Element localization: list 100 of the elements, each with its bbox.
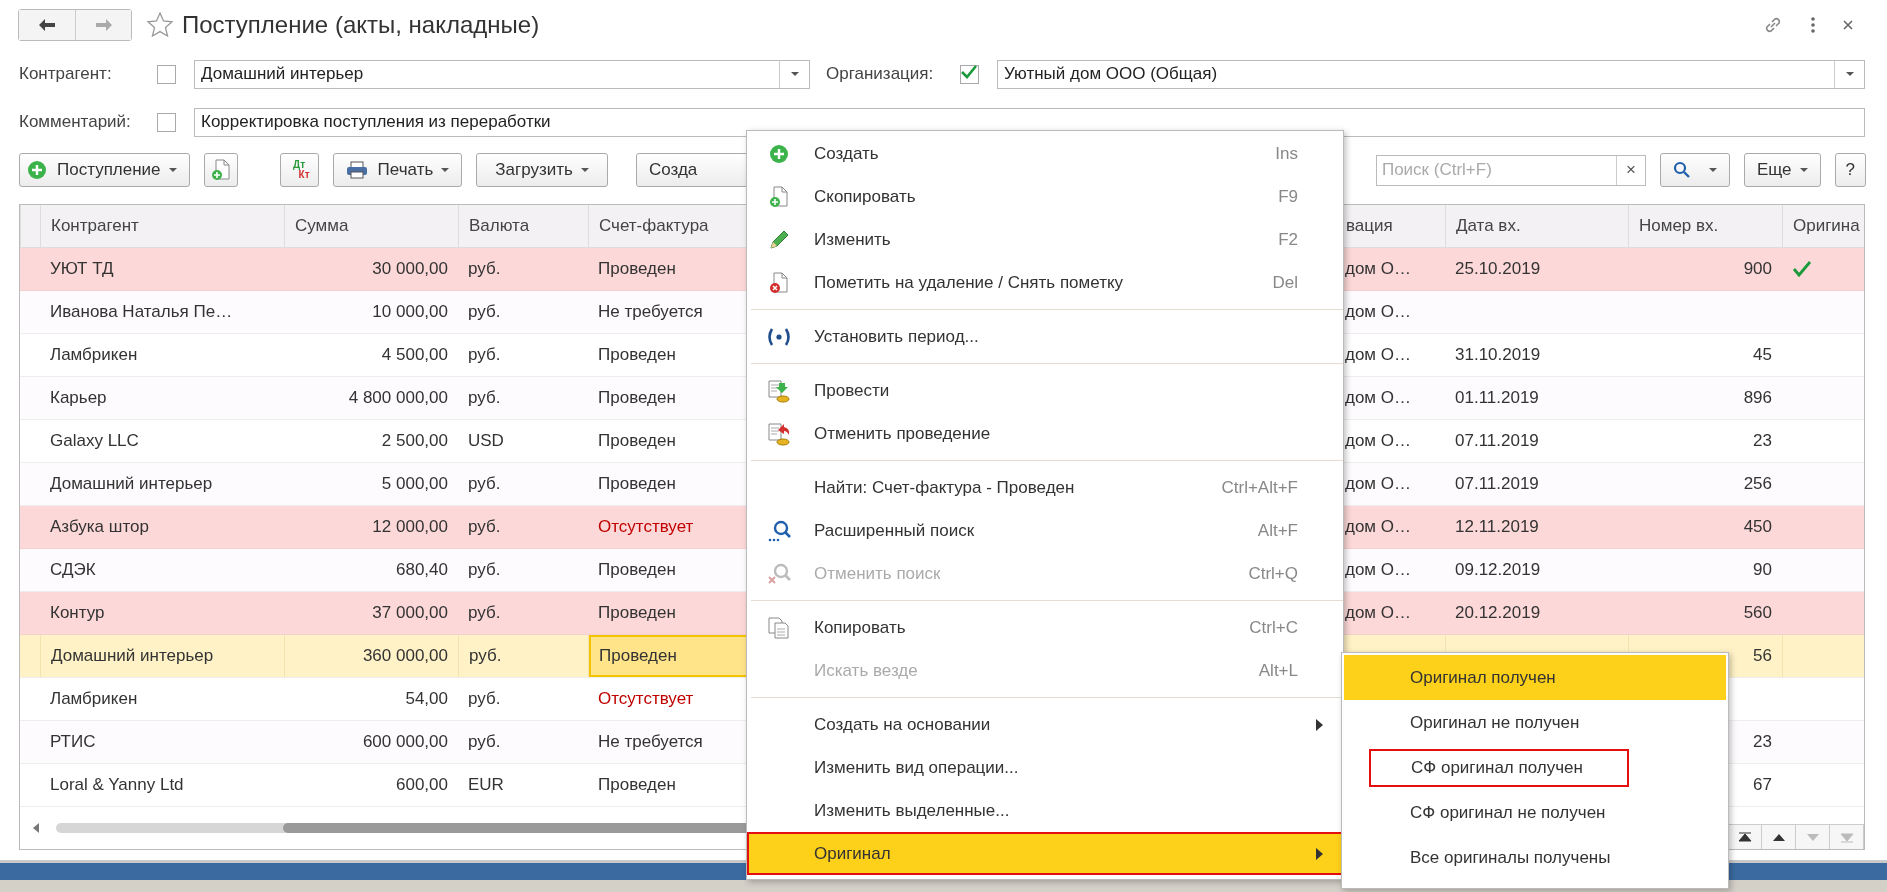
column-header[interactable]: Дата вх. bbox=[1445, 205, 1628, 247]
menu-item[interactable]: Все оригиналы получены bbox=[1344, 835, 1726, 880]
table-cell-text: 37 000,00 bbox=[371, 602, 449, 624]
check-icon bbox=[960, 63, 978, 80]
first-page-button[interactable] bbox=[1727, 825, 1761, 849]
unpost-document-icon bbox=[766, 421, 791, 446]
table-cell-text: руб. bbox=[467, 301, 502, 323]
table-cell-text: 4 500,00 bbox=[380, 344, 449, 366]
period-icon bbox=[765, 326, 792, 347]
table-cell-text: 450 bbox=[1742, 516, 1773, 538]
table-cell-text: руб. bbox=[467, 688, 502, 710]
menu-item[interactable]: Изменить выделенные... bbox=[747, 789, 1343, 832]
accounts-button[interactable]: Дт Кт bbox=[279, 153, 319, 187]
table-cell-text: 680,40 bbox=[395, 559, 449, 581]
menu-item[interactable]: Изменить вид операции... bbox=[747, 746, 1343, 789]
table-cell-text: 20.12.2019 bbox=[1454, 602, 1542, 624]
table-cell-text: 23 bbox=[1752, 731, 1773, 753]
menu-item[interactable]: Оригинал не получен bbox=[1344, 700, 1726, 745]
menu-item[interactable]: Создать на основании bbox=[747, 703, 1343, 746]
menu-item[interactable]: Копировать Ctrl+C bbox=[747, 606, 1343, 649]
select-field[interactable]: Домашний интерьер bbox=[194, 59, 810, 89]
copy-button[interactable] bbox=[203, 153, 238, 187]
table-cell-text: дом О… bbox=[1344, 258, 1412, 280]
menu-item[interactable]: Пометить на удаление / Снять пометку Del bbox=[747, 261, 1343, 304]
create-button[interactable]: Поступление bbox=[19, 153, 190, 187]
shortcut-label: Ctrl+Alt+F bbox=[1221, 477, 1298, 498]
caret-icon bbox=[1708, 168, 1717, 172]
table-cell: Домашний интерьер bbox=[40, 635, 284, 677]
caret-icon bbox=[441, 168, 450, 172]
select-field[interactable]: Уютный дом ООО (Общая) bbox=[997, 59, 1865, 89]
table-cell-text: УЮТ ТД bbox=[49, 258, 115, 280]
table-cell-text: дом О… bbox=[1344, 602, 1412, 624]
shortcut-label: Ins bbox=[1275, 143, 1298, 164]
table-cell-text: 07.11.2019 bbox=[1454, 430, 1540, 452]
search-field[interactable]: Поиск (Ctrl+F) × bbox=[1375, 154, 1646, 186]
table-cell-text: 23 bbox=[1752, 430, 1773, 452]
print-button[interactable]: Печать bbox=[332, 153, 463, 187]
table-cell-text: 30 000,00 bbox=[371, 258, 449, 280]
table-cell-text: Проведен bbox=[597, 430, 677, 452]
table-cell-text: Контур bbox=[49, 602, 106, 624]
menu-item[interactable]: Найти: Счет-фактура - Проведен Ctrl+Alt+F bbox=[747, 466, 1343, 509]
clear-button[interactable]: × bbox=[1615, 155, 1645, 185]
column-header[interactable]: Сумма bbox=[284, 205, 458, 247]
toolbar-button[interactable]: Еще bbox=[1743, 153, 1821, 187]
table-cell-text: EUR bbox=[467, 774, 505, 796]
table-cell-text: 2 500,00 bbox=[380, 430, 449, 452]
table-cell-text: Домашний интерьер bbox=[49, 473, 214, 495]
table-cell-text: 90 bbox=[1752, 559, 1773, 581]
back-button[interactable] bbox=[19, 10, 75, 40]
shortcut-label: Del bbox=[1272, 272, 1298, 293]
table-cell-text: Ламбрикен bbox=[49, 344, 139, 366]
check-icon bbox=[1792, 260, 1812, 278]
close-icon bbox=[1842, 19, 1854, 31]
table-cell-text: Проведен bbox=[597, 774, 677, 796]
menu-item[interactable]: Установить период... bbox=[747, 315, 1343, 358]
table-cell-text: 10 000,00 bbox=[371, 301, 449, 323]
table-cell-text: Проведен bbox=[597, 344, 677, 366]
shortcut-label: F9 bbox=[1278, 186, 1298, 207]
back-arrow-icon bbox=[38, 18, 56, 32]
table-cell-text: 896 bbox=[1742, 387, 1773, 409]
caret-icon bbox=[790, 72, 799, 76]
menu-item[interactable]: Отменить проведение bbox=[747, 412, 1343, 455]
previous-page-button[interactable] bbox=[1761, 825, 1795, 849]
table-cell-text: дом О… bbox=[1344, 559, 1412, 581]
menu-item[interactable]: СФ оригинал не получен bbox=[1344, 790, 1726, 835]
toolbar-button[interactable]: ? bbox=[1834, 153, 1866, 187]
search-options-button[interactable] bbox=[1659, 153, 1730, 187]
shortcut-label: Ctrl+C bbox=[1249, 617, 1298, 638]
shortcut-label: F2 bbox=[1278, 229, 1298, 250]
menu-item[interactable]: Провести bbox=[747, 369, 1343, 412]
shortcut-label: Ctrl+Q bbox=[1248, 563, 1298, 584]
table-cell-text: 31.10.2019 bbox=[1454, 344, 1542, 366]
checkbox[interactable] bbox=[960, 64, 979, 84]
table-cell: 360 000,00 bbox=[284, 635, 458, 677]
shortcut-label: Alt+F bbox=[1257, 520, 1298, 541]
menu-item[interactable]: Расширенный поиск Alt+F bbox=[747, 509, 1343, 552]
field-label: Контрагент: bbox=[19, 64, 113, 84]
column-header[interactable]: Контрагент bbox=[40, 205, 284, 247]
column-header[interactable]: Номер вх. bbox=[1628, 205, 1782, 247]
table-cell-text: руб. bbox=[467, 731, 502, 753]
table-cell-text: Азбука штор bbox=[49, 516, 150, 538]
table-cell-text: Иванова Наталья Пе… bbox=[49, 301, 234, 323]
star-icon bbox=[146, 11, 174, 39]
table-cell-text: 600 000,00 bbox=[361, 731, 449, 753]
input-field[interactable]: Корректировка поступления из переработки bbox=[194, 107, 1865, 137]
column-header[interactable]: Валюта bbox=[458, 205, 588, 247]
checkbox[interactable] bbox=[157, 112, 176, 132]
plus-circle-icon bbox=[768, 143, 789, 164]
toolbar-button[interactable]: Загрузить bbox=[476, 153, 608, 187]
document-delete-icon bbox=[768, 271, 789, 294]
menu-item[interactable]: СФ оригинал получен bbox=[1344, 745, 1726, 790]
column-header[interactable]: Оригина bbox=[1782, 205, 1864, 247]
table-cell-text: дом О… bbox=[1344, 387, 1412, 409]
menu-item[interactable]: Оригинал bbox=[747, 832, 1343, 875]
menu-item[interactable]: Оригинал получен bbox=[1344, 655, 1726, 700]
field-label: Организация: bbox=[826, 64, 935, 84]
checkbox[interactable] bbox=[157, 64, 176, 84]
table-cell-text: руб. bbox=[467, 387, 502, 409]
table-cell-text: руб. bbox=[467, 344, 502, 366]
table-cell-text: Отсутствует bbox=[597, 516, 695, 538]
